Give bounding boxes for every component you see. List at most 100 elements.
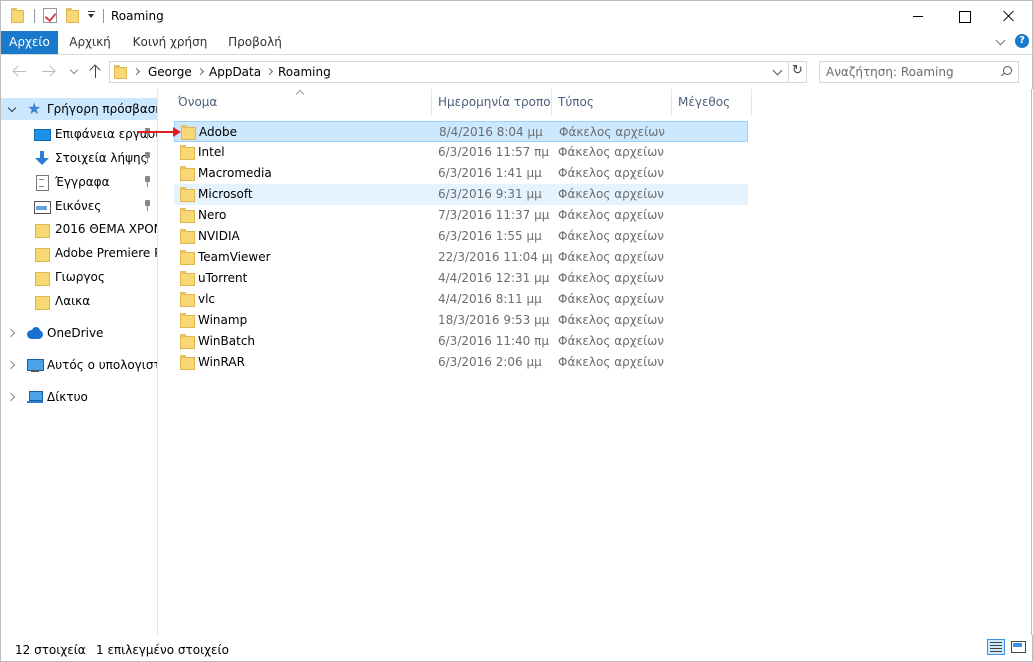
file-date: 18/3/2016 9:53 μμ (438, 313, 550, 327)
folder-icon (34, 222, 50, 238)
folder-icon (180, 334, 195, 349)
file-name: Intel (198, 145, 225, 159)
file-row[interactable]: Nero 7/3/2016 11:37 μμ Φάκελος αρχείων (174, 205, 748, 226)
nav-label: OneDrive (47, 326, 104, 340)
file-date: 22/3/2016 11:04 μμ (438, 250, 552, 264)
breadcrumb-roaming[interactable]: Roaming (278, 65, 331, 79)
pin-icon (143, 176, 153, 188)
folder-icon (34, 246, 50, 262)
file-row[interactable]: TeamViewer 22/3/2016 11:04 μμ Φάκελος αρ… (174, 247, 748, 268)
minimize-button[interactable] (895, 1, 941, 32)
close-button[interactable] (986, 1, 1032, 32)
nav-onedrive[interactable]: OneDrive (1, 322, 157, 344)
cloud-icon (27, 326, 43, 341)
nav-item-documents[interactable]: Έγγραφα (1, 171, 157, 193)
chevron-right-icon[interactable] (9, 329, 15, 335)
details-view-icon[interactable] (987, 639, 1005, 655)
folder-icon[interactable] (11, 8, 24, 23)
file-type: Φάκελος αρχείων (558, 187, 664, 201)
nav-quick-access[interactable]: Γρήγορη πρόσβαση (1, 98, 158, 120)
chevron-down-icon[interactable] (772, 66, 784, 78)
file-date: 8/4/2016 8:04 μμ (439, 125, 543, 139)
file-row[interactable]: Microsoft 6/3/2016 9:31 μμ Φάκελος αρχεί… (174, 184, 748, 205)
address-bar[interactable]: George AppData Roaming (109, 61, 807, 83)
maximize-button[interactable] (941, 1, 987, 32)
nav-this-pc[interactable]: Αυτός ο υπολογιστής (1, 354, 157, 376)
file-name: Winamp (198, 313, 248, 327)
nav-label: Στοιχεία λήψης (55, 151, 148, 165)
file-date: 6/3/2016 9:31 μμ (438, 187, 542, 201)
file-row[interactable]: Intel 6/3/2016 11:57 πμ Φάκελος αρχείων (174, 142, 748, 163)
expand-ribbon-icon[interactable] (995, 36, 1007, 48)
file-row[interactable]: Winamp 18/3/2016 9:53 μμ Φάκελος αρχείων (174, 310, 748, 331)
new-folder-icon[interactable] (66, 8, 79, 23)
nav-label: Γρήγορη πρόσβαση (47, 102, 158, 116)
column-header-date[interactable]: Ημερομηνία τροποποίησης (432, 89, 552, 116)
tab-share[interactable]: Κοινή χρήση (126, 31, 214, 54)
nav-network[interactable]: Δίκτυο (1, 386, 157, 408)
properties-icon[interactable] (43, 8, 57, 23)
help-icon[interactable]: ? (1015, 34, 1029, 48)
breadcrumb-george[interactable]: George (148, 65, 192, 79)
file-row[interactable]: vlc 4/4/2016 8:11 μμ Φάκελος αρχείων (174, 289, 748, 310)
nav-item-pictures[interactable]: Εικόνες (1, 195, 157, 217)
search-icon[interactable] (1000, 66, 1012, 78)
nav-label: Εικόνες (55, 199, 102, 213)
folder-icon (180, 271, 195, 286)
search-input[interactable] (826, 64, 994, 80)
chevron-right-icon[interactable] (9, 361, 15, 367)
chevron-right-icon[interactable] (134, 66, 142, 78)
file-row[interactable]: uTorrent 4/4/2016 12:31 μμ Φάκελος αρχεί… (174, 268, 748, 289)
nav-item-recent-folder[interactable]: Adobe Premiere Pro (1, 242, 157, 264)
download-icon (34, 151, 50, 166)
file-date: 6/3/2016 2:06 μμ (438, 355, 542, 369)
file-row[interactable]: NVIDIA 6/3/2016 1:55 μμ Φάκελος αρχείων (174, 226, 748, 247)
network-icon (27, 390, 43, 405)
file-date: 7/3/2016 11:37 μμ (438, 208, 550, 222)
chevron-right-icon[interactable] (267, 66, 275, 78)
folder-icon (34, 270, 50, 286)
file-type: Φάκελος αρχείων (558, 334, 664, 348)
file-name: Adobe (199, 125, 237, 139)
file-name: WinBatch (198, 334, 256, 348)
customize-toolbar-icon[interactable] (87, 11, 96, 21)
chevron-right-icon[interactable] (9, 393, 15, 399)
file-name: TeamViewer (198, 250, 271, 264)
tab-file[interactable]: Αρχείο (1, 31, 58, 54)
nav-item-recent-folder[interactable]: Λαικα (1, 290, 157, 312)
file-row[interactable]: Macromedia 6/3/2016 1:41 μμ Φάκελος αρχε… (174, 163, 748, 184)
breadcrumb-appdata[interactable]: AppData (209, 65, 261, 79)
desktop-icon (34, 127, 51, 142)
nav-item-recent-folder[interactable]: 2016 ΘΕΜΑ ΧΡΟΝΟΥ (1, 218, 157, 240)
up-button[interactable] (87, 63, 105, 81)
file-row[interactable]: WinRAR 6/3/2016 2:06 μμ Φάκελος αρχείων (174, 352, 748, 373)
large-icons-view-icon[interactable] (1009, 639, 1027, 655)
chevron-down-icon[interactable] (9, 105, 15, 111)
recent-locations-button[interactable] (67, 63, 85, 81)
pin-icon (143, 200, 153, 212)
column-header-name[interactable]: Όνομα (172, 89, 432, 116)
file-name: WinRAR (198, 355, 245, 369)
column-header-type[interactable]: Τύπος (552, 89, 672, 116)
nav-label: Γιωργος (55, 270, 105, 284)
file-row[interactable]: WinBatch 6/3/2016 11:40 πμ Φάκελος αρχεί… (174, 331, 748, 352)
tab-view[interactable]: Προβολή (221, 31, 289, 54)
chevron-right-icon[interactable] (198, 66, 206, 78)
folder-icon (181, 125, 196, 140)
back-button[interactable] (12, 63, 30, 81)
tab-home[interactable]: Αρχική (62, 31, 118, 54)
nav-item-downloads[interactable]: Στοιχεία λήψης (1, 147, 157, 169)
nav-label: Adobe Premiere Pro (55, 246, 157, 260)
nav-item-desktop[interactable]: Επιφάνεια εργασίας (1, 123, 157, 145)
forward-button[interactable] (40, 63, 58, 81)
address-row: George AppData Roaming (0, 55, 1033, 89)
file-name: vlc (198, 292, 216, 306)
file-row[interactable]: Adobe 8/4/2016 8:04 μμ Φάκελος αρχείων (174, 121, 748, 142)
column-header-size[interactable]: Μέγεθος (672, 89, 752, 116)
refresh-icon[interactable] (788, 62, 807, 82)
folder-icon (114, 65, 127, 79)
folder-icon (180, 229, 195, 244)
file-type: Φάκελος αρχείων (558, 166, 664, 180)
nav-item-recent-folder[interactable]: Γιωργος (1, 266, 157, 288)
nav-label: Δίκτυο (47, 390, 88, 404)
